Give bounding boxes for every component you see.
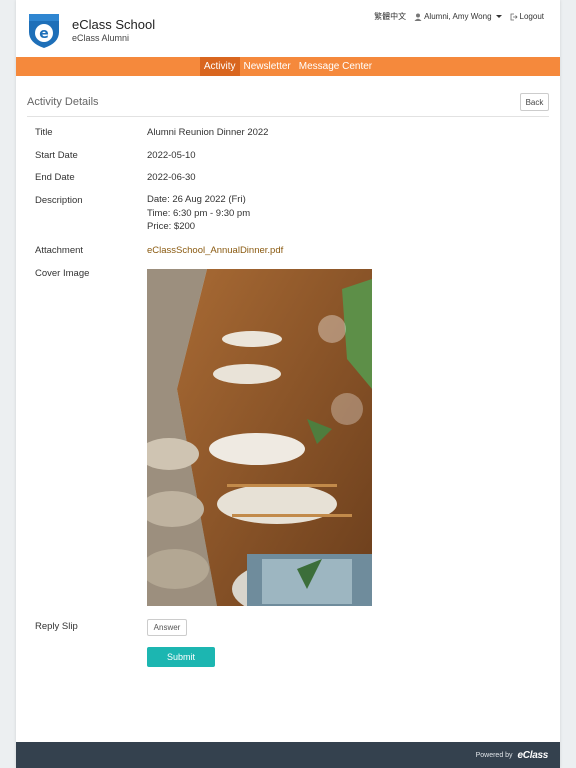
user-name: Alumni, Amy Wong xyxy=(424,12,492,21)
attachment-link[interactable]: eClassSchool_AnnualDinner.pdf xyxy=(147,244,283,258)
title-label: Title xyxy=(35,127,53,138)
description-label: Description xyxy=(35,195,83,206)
school-subtitle: eClass Alumni xyxy=(72,33,130,43)
main-nav: Activity Newsletter Message Center xyxy=(16,57,560,76)
attachment-label: Attachment xyxy=(35,245,84,256)
description-line: Date: 26 Aug 2022 (Fri) xyxy=(147,194,246,205)
answer-button[interactable]: Answer xyxy=(147,619,187,636)
chevron-down-icon xyxy=(495,15,502,18)
submit-button[interactable]: Submit xyxy=(147,647,215,667)
school-logo: e xyxy=(27,12,61,49)
description-line: Price: $200 xyxy=(147,221,196,232)
section-divider xyxy=(27,116,549,117)
footer: Powered by eClass xyxy=(16,742,560,768)
reply-slip-label: Reply Slip xyxy=(35,621,78,632)
description-value: Date: 26 Aug 2022 (Fri) Time: 6:30 pm - … xyxy=(147,193,250,234)
logout-label: Logout xyxy=(519,12,544,21)
language-link[interactable]: 繁體中文 xyxy=(374,11,406,22)
start-date-value: 2022-05-10 xyxy=(147,150,196,161)
logout-link[interactable]: Logout xyxy=(510,12,544,21)
cover-image-label: Cover Image xyxy=(35,268,90,279)
eclass-logo: eClass xyxy=(517,749,549,761)
tab-message-center[interactable]: Message Center xyxy=(295,57,376,76)
back-button[interactable]: Back xyxy=(520,93,549,111)
tab-newsletter[interactable]: Newsletter xyxy=(240,57,295,76)
cover-image xyxy=(147,269,372,606)
description-line: Time: 6:30 pm - 9:30 pm xyxy=(147,207,251,219)
end-date-label: End Date xyxy=(35,172,75,183)
school-name: eClass School xyxy=(72,17,156,32)
header: e eClass School eClass Alumni 繁體中文 Alumn… xyxy=(16,0,560,57)
title-value: Alumni Reunion Dinner 2022 xyxy=(147,127,269,138)
svg-text:e: e xyxy=(39,26,49,42)
user-icon xyxy=(414,13,422,21)
logout-icon xyxy=(510,13,518,20)
page-title: Activity Details xyxy=(27,96,99,108)
end-date-value: 2022-06-30 xyxy=(147,172,196,183)
user-menu[interactable]: Alumni, Amy Wong xyxy=(414,12,502,21)
page-container: e eClass School eClass Alumni 繁體中文 Alumn… xyxy=(16,0,560,768)
start-date-label: Start Date xyxy=(35,150,78,161)
tab-activity[interactable]: Activity xyxy=(199,57,240,76)
top-links: 繁體中文 Alumni, Amy Wong Logout xyxy=(374,11,544,22)
powered-by-text: Powered by xyxy=(475,751,513,759)
